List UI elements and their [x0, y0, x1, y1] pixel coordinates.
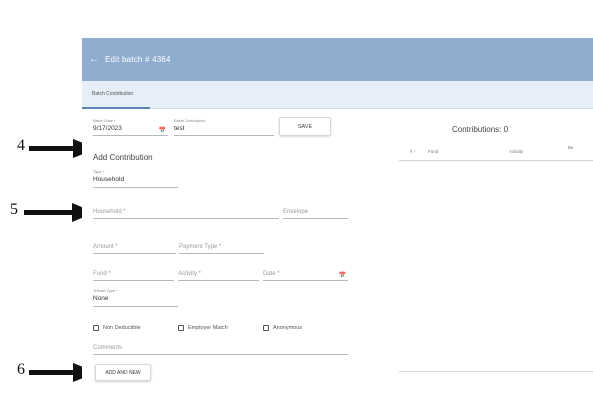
- table-header-divider: [399, 160, 593, 161]
- batch-description-value: test: [174, 125, 185, 132]
- envelope-field[interactable]: Envelope: [283, 208, 348, 219]
- divider: [178, 280, 259, 281]
- amount-placeholder: Amount *: [93, 244, 118, 250]
- type-value: Household: [93, 176, 125, 183]
- contributions-title: Contributions: 0: [452, 125, 509, 134]
- divider: [93, 253, 176, 254]
- add-and-new-button[interactable]: ADD AND NEW: [95, 364, 151, 381]
- column-header-activity[interactable]: Activity: [509, 149, 523, 154]
- calendar-icon[interactable]: 📅: [339, 272, 346, 279]
- column-header-fund[interactable]: Fund: [428, 149, 438, 154]
- anonymous-checkbox[interactable]: Anonymous: [263, 325, 302, 331]
- payment-type-field[interactable]: Payment Type *: [179, 243, 264, 254]
- comments-field[interactable]: Comments: [93, 344, 348, 355]
- fund-field[interactable]: Fund *: [93, 270, 174, 281]
- employer-match-checkbox[interactable]: Employer Match: [178, 325, 228, 331]
- tab-bar: Batch Contribution: [82, 81, 593, 109]
- arrow-left-icon[interactable]: ←: [89, 54, 101, 65]
- household-field[interactable]: Household *: [93, 208, 279, 219]
- divider: [174, 135, 274, 136]
- comments-placeholder: Comments: [93, 345, 123, 351]
- column-header-be[interactable]: Be: [568, 145, 574, 150]
- divider: [263, 280, 348, 281]
- top-bar: ← Edit batch # 4364: [82, 38, 593, 81]
- activity-placeholder: Activity *: [178, 271, 202, 277]
- date-placeholder: Date *: [263, 271, 280, 277]
- payment-type-placeholder: Payment Type *: [179, 244, 222, 250]
- amount-field[interactable]: Amount *: [93, 243, 176, 254]
- checkbox-icon: [93, 325, 99, 331]
- batch-description-field[interactable]: Batch Description test: [174, 118, 274, 136]
- envelope-placeholder: Envelope: [283, 209, 309, 215]
- date-field[interactable]: Date * 📅: [263, 270, 348, 281]
- save-button[interactable]: SAVE: [279, 117, 331, 136]
- household-placeholder: Household *: [93, 209, 126, 215]
- app-window: ← Edit batch # 4364 Batch Contribution B…: [82, 38, 593, 395]
- checkbox-icon: [263, 325, 269, 331]
- anonymous-label: Anonymous: [273, 325, 303, 331]
- divider: [283, 218, 348, 219]
- type-field[interactable]: Type * Household: [93, 169, 178, 188]
- divider: [179, 253, 264, 254]
- checkbox-icon: [178, 325, 184, 331]
- add-contribution-title: Add Contribution: [93, 153, 153, 162]
- calendar-icon[interactable]: 📅: [159, 127, 166, 134]
- batch-date-field[interactable]: Batch Date * 9/17/2023 📅: [93, 118, 168, 136]
- divider: [93, 306, 178, 307]
- tribute-type-field[interactable]: Tribute Type * None: [93, 288, 178, 307]
- divider: [93, 354, 348, 355]
- tribute-type-value: None: [93, 295, 109, 302]
- activity-field[interactable]: Activity *: [178, 270, 259, 281]
- divider: [93, 218, 279, 219]
- table-bottom-divider: [399, 371, 593, 372]
- sort-arrow-up-icon: ↑: [413, 149, 417, 154]
- column-header-number[interactable]: # ↑: [410, 149, 416, 154]
- batch-date-value: 9/17/2023: [93, 125, 122, 132]
- non-deductible-checkbox[interactable]: Non Deductible: [93, 325, 141, 331]
- employer-match-label: Employer Match: [188, 325, 228, 331]
- divider: [93, 280, 174, 281]
- non-deductible-label: Non Deductible: [103, 325, 141, 331]
- page-title: Edit batch # 4364: [105, 55, 171, 64]
- tab-batch-contribution[interactable]: Batch Contribution: [82, 81, 150, 109]
- divider: [93, 135, 168, 136]
- divider: [93, 187, 178, 188]
- fund-placeholder: Fund *: [93, 271, 111, 277]
